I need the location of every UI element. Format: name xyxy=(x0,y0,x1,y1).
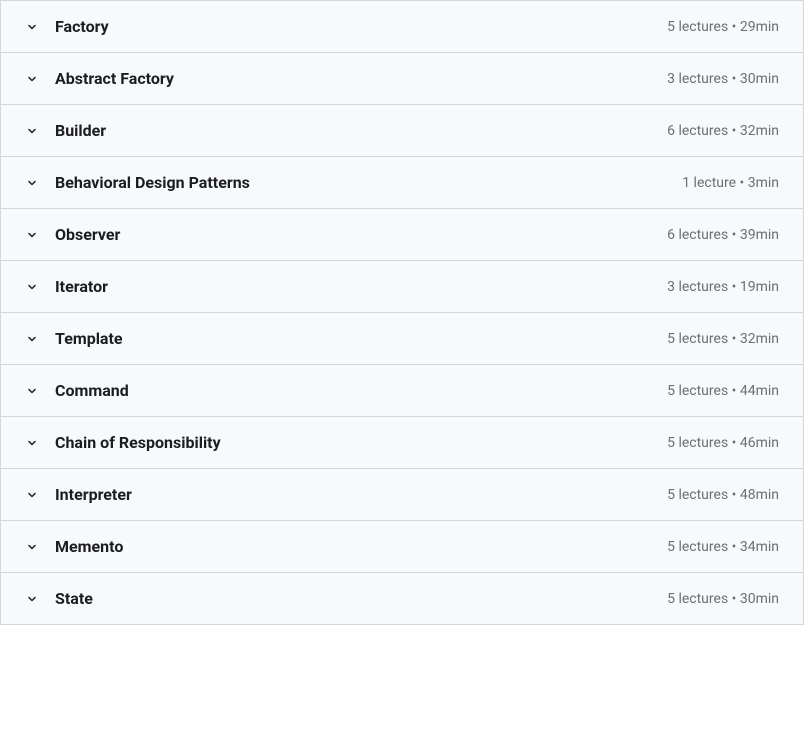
section-left: State xyxy=(25,589,93,608)
chevron-down-icon xyxy=(25,20,39,34)
section-meta: 5 lectures • 46min xyxy=(667,435,779,451)
chevron-down-icon xyxy=(25,436,39,450)
section-left: Observer xyxy=(25,225,120,244)
section-meta: 5 lectures • 34min xyxy=(667,539,779,555)
chevron-down-icon xyxy=(25,124,39,138)
section-row[interactable]: Command 5 lectures • 44min xyxy=(1,365,803,417)
section-left: Iterator xyxy=(25,277,108,296)
section-title: Builder xyxy=(55,121,106,140)
section-row[interactable]: State 5 lectures • 30min xyxy=(1,573,803,625)
section-left: Memento xyxy=(25,537,123,556)
section-meta: 6 lectures • 32min xyxy=(667,123,779,139)
section-left: Command xyxy=(25,381,129,400)
section-meta: 5 lectures • 44min xyxy=(667,383,779,399)
section-row[interactable]: Abstract Factory 3 lectures • 30min xyxy=(1,53,803,105)
section-title: Chain of Responsibility xyxy=(55,433,221,452)
section-left: Abstract Factory xyxy=(25,69,174,88)
section-row[interactable]: Template 5 lectures • 32min xyxy=(1,313,803,365)
section-title: Behavioral Design Patterns xyxy=(55,173,250,192)
section-meta: 1 lecture • 3min xyxy=(682,175,779,191)
chevron-down-icon xyxy=(25,228,39,242)
chevron-down-icon xyxy=(25,540,39,554)
section-row[interactable]: Behavioral Design Patterns 1 lecture • 3… xyxy=(1,157,803,209)
section-left: Behavioral Design Patterns xyxy=(25,173,250,192)
chevron-down-icon xyxy=(25,488,39,502)
section-left: Template xyxy=(25,329,123,348)
section-left: Chain of Responsibility xyxy=(25,433,221,452)
section-row[interactable]: Iterator 3 lectures • 19min xyxy=(1,261,803,313)
section-title: Template xyxy=(55,329,123,348)
section-row[interactable]: Builder 6 lectures • 32min xyxy=(1,105,803,157)
chevron-down-icon xyxy=(25,332,39,346)
section-meta: 5 lectures • 32min xyxy=(667,331,779,347)
section-meta: 3 lectures • 19min xyxy=(667,279,779,295)
section-row[interactable]: Memento 5 lectures • 34min xyxy=(1,521,803,573)
chevron-down-icon xyxy=(25,592,39,606)
section-title: Factory xyxy=(55,17,109,36)
section-title: Interpreter xyxy=(55,485,132,504)
chevron-down-icon xyxy=(25,384,39,398)
section-title: Iterator xyxy=(55,277,108,296)
section-left: Factory xyxy=(25,17,109,36)
section-meta: 6 lectures • 39min xyxy=(667,227,779,243)
section-meta: 5 lectures • 30min xyxy=(667,591,779,607)
section-meta: 3 lectures • 30min xyxy=(667,71,779,87)
section-title: State xyxy=(55,589,93,608)
section-meta: 5 lectures • 29min xyxy=(667,19,779,35)
section-row[interactable]: Chain of Responsibility 5 lectures • 46m… xyxy=(1,417,803,469)
section-title: Observer xyxy=(55,225,120,244)
course-section-list: Factory 5 lectures • 29min Abstract Fact… xyxy=(0,0,804,625)
section-row[interactable]: Observer 6 lectures • 39min xyxy=(1,209,803,261)
section-title: Memento xyxy=(55,537,123,556)
section-row[interactable]: Interpreter 5 lectures • 48min xyxy=(1,469,803,521)
section-title: Command xyxy=(55,381,129,400)
chevron-down-icon xyxy=(25,72,39,86)
section-left: Builder xyxy=(25,121,106,140)
section-title: Abstract Factory xyxy=(55,69,174,88)
section-meta: 5 lectures • 48min xyxy=(667,487,779,503)
chevron-down-icon xyxy=(25,280,39,294)
section-row[interactable]: Factory 5 lectures • 29min xyxy=(1,1,803,53)
section-left: Interpreter xyxy=(25,485,132,504)
chevron-down-icon xyxy=(25,176,39,190)
